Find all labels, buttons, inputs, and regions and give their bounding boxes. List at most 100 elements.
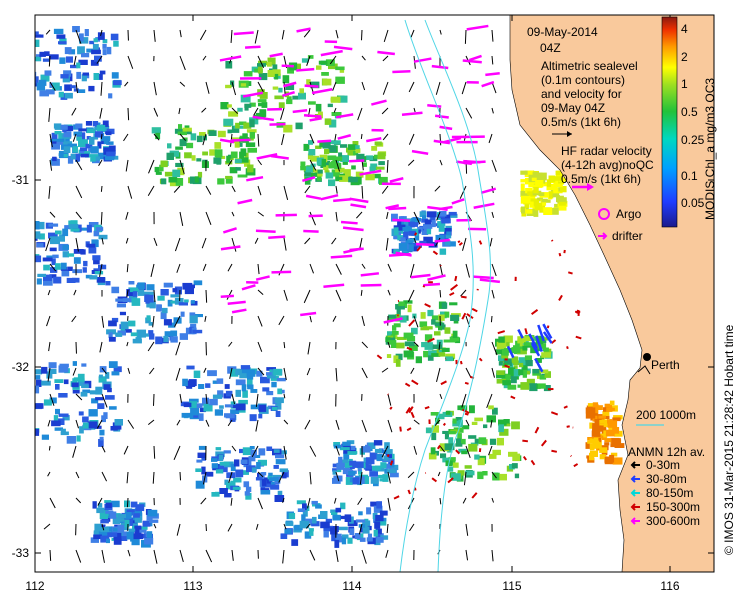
chlorophyll-pixel: [108, 336, 116, 342]
chlorophyll-pixel: [168, 177, 178, 183]
current-arrow: [399, 426, 402, 432]
chlorophyll-pixel: [457, 433, 462, 440]
chlorophyll-pixel: [114, 419, 123, 426]
current-arrow: [340, 220, 358, 225]
chlorophyll-pixel: [120, 321, 129, 330]
chlorophyll-pixel: [35, 375, 41, 380]
chlorophyll-pixel: [338, 176, 343, 180]
chlorophyll-pixel: [105, 502, 112, 508]
chlorophyll-pixel: [195, 468, 202, 472]
chlorophyll-pixel: [41, 434, 49, 440]
chlorophyll-pixel: [275, 410, 281, 417]
chlorophyll-pixel: [395, 359, 401, 367]
chlorophyll-pixel: [149, 519, 159, 523]
chlorophyll-pixel: [224, 493, 232, 498]
chlorophyll-pixel: [110, 33, 119, 41]
chlorophyll-pixel: [438, 326, 443, 331]
altimetry-line-1: Altimetric sealevel: [541, 59, 638, 73]
chlorophyll-pixel: [51, 420, 61, 427]
chlorophyll-pixel: [396, 342, 405, 349]
chlorophyll-pixel: [58, 413, 69, 417]
chlorophyll-pixel: [441, 220, 449, 224]
chlorophyll-pixel: [378, 161, 385, 166]
x-tick-label: 113: [183, 579, 202, 593]
chlorophyll-pixel: [24, 256, 31, 263]
chlorophyll-pixel: [207, 370, 217, 377]
chlorophyll-pixel: [376, 501, 382, 509]
chlorophyll-pixel: [499, 473, 507, 481]
x-tick-label: 115: [502, 579, 521, 593]
chlorophyll-pixel: [482, 471, 488, 476]
chlorophyll-pixel: [81, 53, 90, 58]
chlorophyll-pixel: [106, 538, 110, 544]
chlorophyll-pixel: [315, 504, 322, 509]
chlorophyll-pixel: [209, 398, 218, 406]
chlorophyll-pixel: [122, 298, 132, 303]
current-arrow: [462, 59, 482, 64]
chlorophyll-pixel: [232, 486, 241, 490]
current-arrow: [48, 445, 51, 451]
chlorophyll-pixel: [411, 217, 421, 222]
chlorophyll-pixel: [60, 262, 67, 270]
chlorophyll-pixel: [72, 146, 78, 153]
chlorophyll-pixel: [423, 350, 429, 358]
chlorophyll-pixel: [10, 94, 19, 101]
chlorophyll-pixel: [72, 361, 77, 366]
chlorophyll-pixel: [225, 390, 233, 397]
chlorophyll-pixel: [94, 523, 102, 532]
chlorophyll-pixel: [355, 145, 360, 150]
chlorophyll-pixel: [275, 459, 286, 465]
chlorophyll-pixel: [348, 176, 358, 183]
current-arrow: [230, 138, 251, 142]
chlorophyll-pixel: [184, 152, 192, 159]
chlorophyll-pixel: [36, 243, 44, 248]
chlorophyll-pixel: [533, 186, 539, 194]
chlorophyll-pixel: [456, 438, 461, 447]
chlorophyll-pixel: [93, 230, 100, 237]
current-arrow: [389, 460, 394, 466]
chlorophyll-pixel: [186, 142, 194, 149]
chlorophyll-pixel: [503, 419, 510, 424]
chlorophyll-pixel: [423, 326, 433, 330]
chlorophyll-pixel: [170, 336, 178, 343]
current-arrow: [442, 422, 446, 426]
chlorophyll-pixel: [541, 172, 547, 181]
chlorophyll-pixel: [161, 307, 168, 314]
chlorophyll-pixel: [82, 72, 89, 76]
chlorophyll-pixel: [529, 383, 538, 392]
chlorophyll-pixel: [106, 151, 116, 157]
chlorophyll-pixel: [251, 467, 257, 473]
chlorophyll-pixel: [244, 103, 252, 108]
chlorophyll-pixel: [524, 342, 533, 346]
current-arrow: [570, 455, 572, 458]
chlorophyll-pixel: [201, 161, 209, 168]
chlorophyll-pixel: [126, 531, 134, 540]
chlorophyll-pixel: [167, 143, 172, 149]
chlorophyll-pixel: [6, 32, 16, 39]
chlorophyll-pixel: [273, 449, 280, 453]
chlorophyll-pixel: [439, 211, 447, 217]
chlorophyll-pixel: [387, 449, 393, 455]
chlorophyll-pixel: [214, 142, 222, 149]
chlorophyll-pixel: [327, 103, 333, 108]
chlorophyll-pixel: [35, 73, 36, 81]
chlorophyll-pixel: [175, 146, 183, 150]
chlorophyll-pixel: [60, 124, 68, 130]
chlorophyll-pixel: [109, 406, 117, 410]
chlorophyll-pixel: [398, 243, 408, 251]
chlorophyll-pixel: [97, 403, 105, 409]
chlorophyll-pixel: [76, 62, 81, 69]
chlorophyll-pixel: [88, 247, 97, 254]
chlorophyll-pixel: [424, 219, 432, 225]
current-arrow: [100, 185, 103, 192]
anmn-legend-label: 150-300m: [646, 500, 700, 514]
chlorophyll-pixel: [211, 458, 218, 462]
chlorophyll-pixel: [35, 31, 39, 35]
drifter-label: drifter: [612, 229, 643, 243]
chlorophyll-pixel: [604, 442, 610, 446]
chlorophyll-pixel: [93, 73, 100, 80]
anmn-legend-label: 0-30m: [646, 458, 680, 472]
chlorophyll-pixel: [330, 96, 341, 103]
chlorophyll-pixel: [474, 454, 480, 460]
chlorophyll-pixel: [316, 65, 322, 70]
